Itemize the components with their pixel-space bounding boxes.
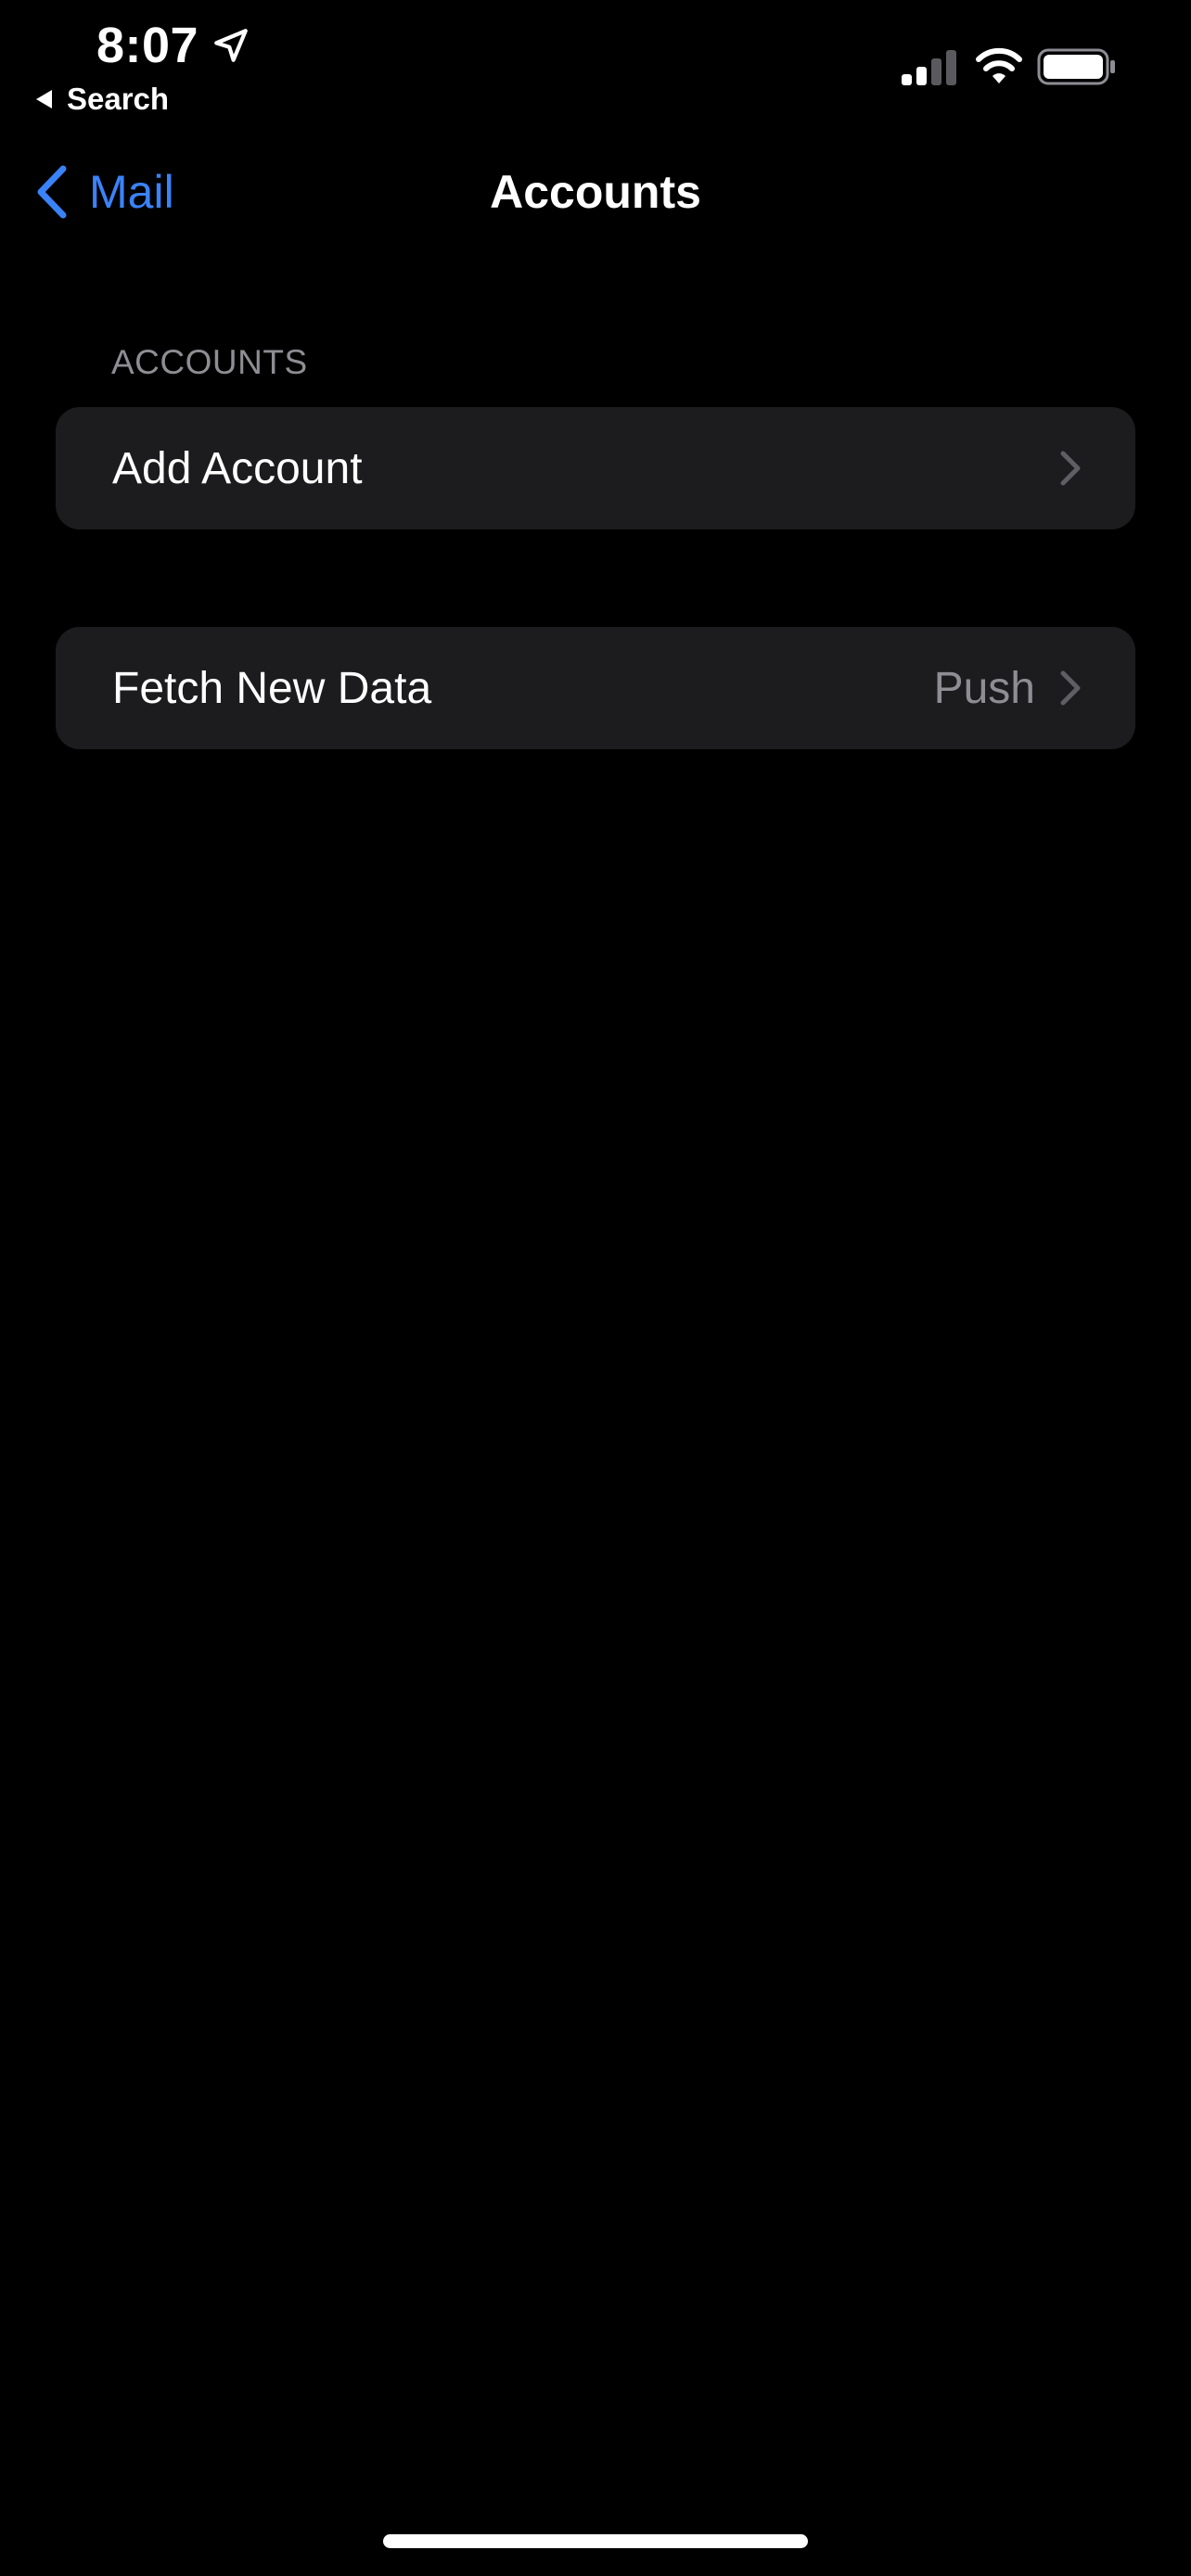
battery-icon — [1037, 48, 1115, 85]
status-back-to-app[interactable]: Search — [35, 82, 169, 117]
section-header-accounts: ACCOUNTS — [111, 343, 308, 381]
add-account-label: Add Account — [112, 443, 363, 493]
status-back-label: Search — [67, 82, 170, 116]
fetch-new-data-label: Fetch New Data — [112, 663, 432, 713]
location-arrow-icon — [214, 29, 248, 62]
back-triangle-icon — [36, 90, 52, 108]
fetch-new-data-value: Push — [933, 663, 1035, 713]
wifi-icon — [976, 47, 1022, 83]
cellular-signal-icon — [902, 50, 956, 85]
status-time-text: 8:07 — [96, 18, 199, 73]
chevron-right-icon — [1060, 451, 1081, 486]
home-indicator[interactable] — [383, 2534, 808, 2548]
fetch-new-data-row[interactable]: Fetch New Data Push — [56, 627, 1135, 749]
page-title: Accounts — [490, 166, 701, 218]
add-account-row[interactable]: Add Account — [56, 407, 1135, 529]
chevron-right-icon — [1060, 670, 1081, 706]
status-time: 8:07 — [96, 17, 250, 74]
